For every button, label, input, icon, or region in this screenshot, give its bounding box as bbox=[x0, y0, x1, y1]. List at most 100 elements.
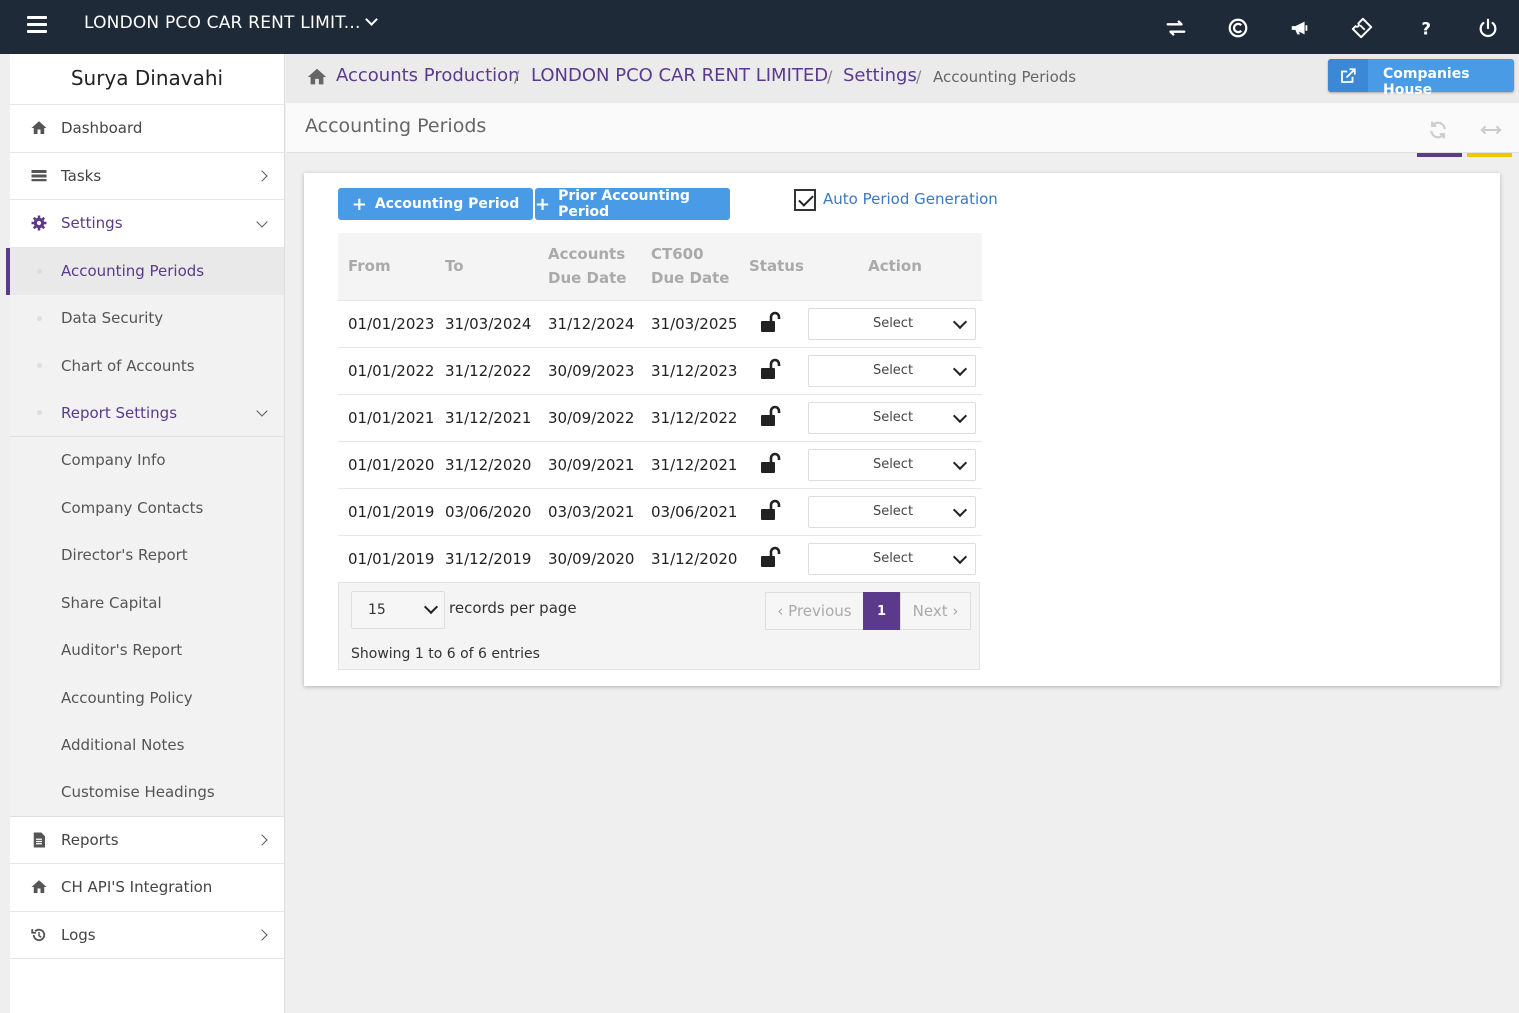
breadcrumb-settings[interactable]: Settings bbox=[843, 65, 917, 86]
action-select[interactable]: Select bbox=[808, 448, 976, 481]
home-icon[interactable] bbox=[306, 66, 328, 88]
sidebar-item-label: Company Info bbox=[61, 451, 166, 470]
tasks-icon bbox=[31, 169, 47, 181]
cell-ct600-due: 31/12/2023 bbox=[641, 346, 739, 394]
table-row: 01/01/2022 31/12/2022 30/09/2023 31/12/2023… bbox=[338, 346, 982, 394]
header-line: CT600 bbox=[651, 245, 704, 264]
cell-status bbox=[739, 299, 808, 347]
cell-ct600-due: 31/12/2022 bbox=[641, 393, 739, 441]
cell-ct600-due: 31/12/2021 bbox=[641, 440, 739, 488]
history-icon bbox=[31, 928, 46, 941]
swap-icon[interactable] bbox=[1163, 15, 1189, 41]
column-header-accounts-due[interactable]: Accounts Due Date bbox=[538, 233, 641, 300]
sidebar-item-company-contacts[interactable]: Company Contacts bbox=[10, 484, 284, 532]
megaphone-icon[interactable] bbox=[1287, 15, 1313, 41]
sidebar-item-ch-api-integration[interactable]: CH API'S Integration bbox=[10, 864, 284, 912]
unlock-icon[interactable] bbox=[759, 310, 783, 334]
sidebar-item-logs[interactable]: Logs bbox=[10, 912, 284, 960]
action-select[interactable]: Select bbox=[808, 307, 976, 340]
menu-icon[interactable] bbox=[27, 16, 47, 34]
sidebar-item-label: Share Capital bbox=[61, 593, 162, 612]
previous-page-button[interactable]: ‹ Previous bbox=[765, 592, 864, 630]
refresh-icon[interactable] bbox=[1428, 120, 1448, 140]
column-header-status[interactable]: Status bbox=[739, 233, 808, 300]
table-row: 01/01/2020 31/12/2020 30/09/2021 31/12/2021… bbox=[338, 440, 982, 488]
sidebar-item-auditors-report[interactable]: Auditor's Report bbox=[10, 626, 284, 675]
sidebar-item-customise-headings[interactable]: Customise Headings bbox=[10, 769, 284, 817]
entries-summary: Showing 1 to 6 of 6 entries bbox=[351, 646, 540, 662]
column-header-to[interactable]: To bbox=[435, 233, 538, 300]
unlock-icon[interactable] bbox=[759, 545, 783, 569]
cell-ct600-due: 31/03/2025 bbox=[641, 299, 739, 347]
cell-accounts-due: 03/03/2021 bbox=[538, 487, 641, 535]
add-prior-accounting-period-button[interactable]: + Prior Accounting Period bbox=[535, 188, 730, 220]
page-header: Accounting Periods bbox=[286, 103, 1519, 153]
column-header-ct600-due[interactable]: CT600 Due Date bbox=[641, 233, 739, 300]
action-select[interactable]: Select bbox=[808, 495, 976, 528]
cell-from: 01/01/2020 bbox=[338, 440, 435, 488]
action-select[interactable]: Select bbox=[808, 354, 976, 387]
sidebar-item-label: CH API'S Integration bbox=[61, 878, 213, 897]
records-per-page-value: 15 bbox=[368, 602, 386, 618]
cell-to: 31/12/2020 bbox=[435, 440, 538, 488]
unlock-icon[interactable] bbox=[759, 404, 783, 428]
company-switcher[interactable]: LONDON PCO CAR RENT LIMIT... bbox=[84, 13, 378, 33]
sidebar-item-dashboard[interactable]: Dashboard bbox=[10, 105, 284, 153]
sidebar-item-data-security[interactable]: Data Security bbox=[10, 294, 284, 343]
ticket-icon[interactable] bbox=[1349, 15, 1375, 41]
chevron-right-icon bbox=[256, 929, 268, 941]
cell-accounts-due: 30/09/2023 bbox=[538, 346, 641, 394]
sidebar-item-additional-notes[interactable]: Additional Notes bbox=[10, 721, 284, 770]
cell-action: Select bbox=[808, 487, 982, 535]
cell-accounts-due: 30/09/2020 bbox=[538, 534, 641, 582]
sidebar-item-tasks[interactable]: Tasks bbox=[10, 153, 284, 200]
power-icon[interactable] bbox=[1475, 15, 1501, 41]
cell-from: 01/01/2022 bbox=[338, 346, 435, 394]
sidebar-item-reports[interactable]: Reports bbox=[10, 817, 284, 865]
help-icon[interactable]: ? bbox=[1413, 15, 1439, 41]
accounting-periods-panel: + Accounting Period + Prior Accounting Per… bbox=[304, 173, 1500, 686]
sidebar-item-accounting-policy[interactable]: Accounting Policy bbox=[10, 674, 284, 722]
sidebar-item-accounting-periods[interactable]: Accounting Periods bbox=[6, 247, 284, 295]
unlock-icon[interactable] bbox=[759, 451, 783, 475]
sidebar-item-directors-report[interactable]: Director's Report bbox=[10, 531, 284, 580]
breadcrumb-separator: / bbox=[514, 67, 520, 86]
unlock-icon[interactable] bbox=[759, 498, 783, 522]
sidebar-item-chart-of-accounts[interactable]: Chart of Accounts bbox=[10, 342, 284, 390]
page-1-button[interactable]: 1 bbox=[863, 592, 900, 630]
sidebar-item-settings[interactable]: Settings bbox=[10, 200, 284, 248]
cell-from: 01/01/2023 bbox=[338, 299, 435, 347]
action-select-value: Select bbox=[872, 362, 914, 378]
companies-house-button[interactable]: Companies House bbox=[1328, 59, 1514, 98]
button-label: Accounting Period bbox=[374, 196, 520, 212]
next-page-button[interactable]: Next › bbox=[900, 592, 971, 630]
sidebar-item-report-settings[interactable]: Report Settings bbox=[10, 389, 284, 437]
unlock-icon[interactable] bbox=[759, 357, 783, 381]
records-per-page-select[interactable]: 15 bbox=[351, 591, 445, 629]
action-select[interactable]: Select bbox=[808, 542, 976, 575]
action-select-value: Select bbox=[872, 456, 914, 472]
action-select-value: Select bbox=[872, 550, 914, 566]
column-header-action[interactable]: Action bbox=[808, 233, 982, 300]
sidebar-item-company-info[interactable]: Company Info bbox=[10, 436, 284, 485]
action-select[interactable]: Select bbox=[808, 401, 976, 434]
top-bar: LONDON PCO CAR RENT LIMIT... ? bbox=[0, 0, 1519, 54]
add-accounting-period-button[interactable]: + Accounting Period bbox=[338, 188, 533, 220]
breadcrumb-accounts-production[interactable]: Accounts Production bbox=[336, 65, 520, 86]
accent-bar-purple bbox=[1417, 153, 1462, 157]
checkbox-checked-icon[interactable] bbox=[794, 189, 816, 211]
expand-horizontal-icon[interactable] bbox=[1480, 122, 1502, 138]
cell-action: Select bbox=[808, 393, 982, 441]
company-name: LONDON PCO CAR RENT LIMIT... bbox=[84, 13, 361, 33]
sidebar-item-share-capital[interactable]: Share Capital bbox=[10, 579, 284, 627]
breadcrumb-company[interactable]: LONDON PCO CAR RENT LIMITED bbox=[531, 65, 828, 86]
sidebar-item-label: Logs bbox=[61, 925, 96, 944]
copyright-icon[interactable] bbox=[1225, 15, 1251, 41]
chevron-down-icon bbox=[423, 599, 439, 615]
breadcrumb-separator: / bbox=[827, 67, 833, 86]
cell-from: 01/01/2019 bbox=[338, 534, 435, 582]
sidebar-item-label: Tasks bbox=[61, 166, 102, 185]
page-title: Accounting Periods bbox=[305, 115, 487, 137]
table-header-row: From To Accounts Due Date CT600 Due Date S… bbox=[338, 233, 982, 300]
column-header-from[interactable]: From bbox=[338, 233, 435, 300]
